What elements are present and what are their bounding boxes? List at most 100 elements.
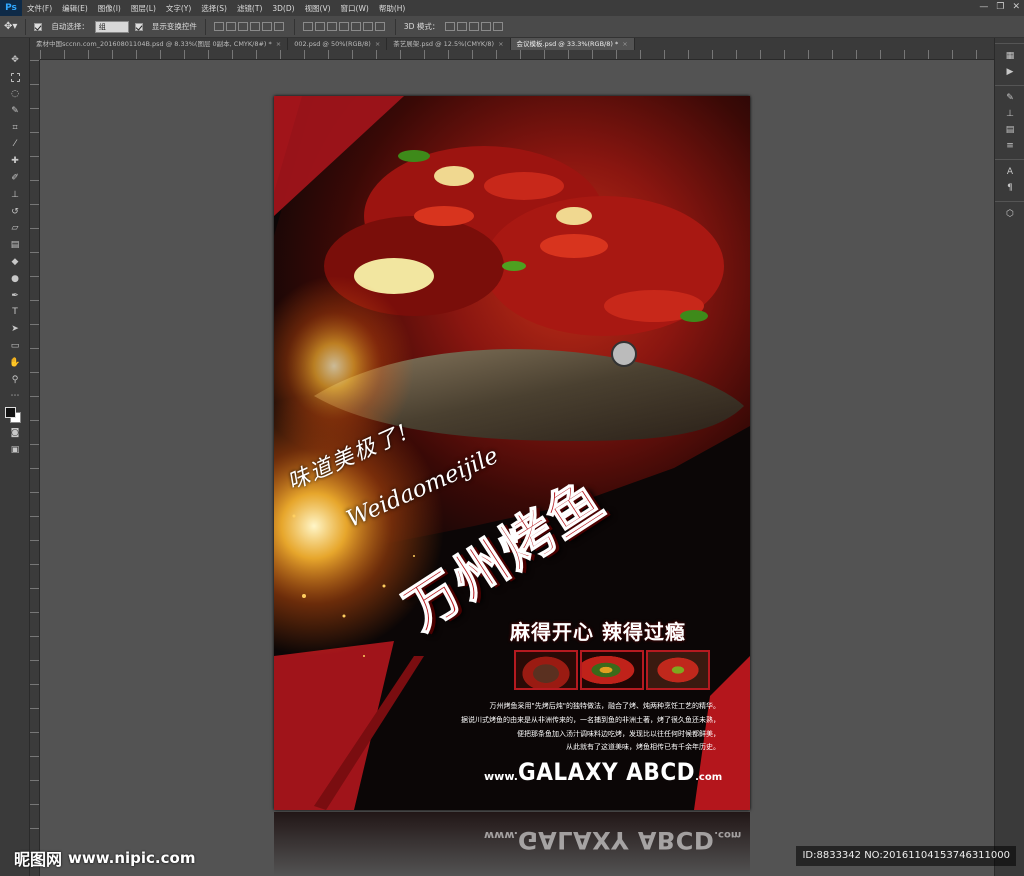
dish-thumbnail (580, 650, 644, 690)
auto-select-checkbox[interactable] (34, 22, 45, 31)
screen-mode-icon[interactable]: ▣ (0, 442, 30, 459)
shape-tool-icon[interactable]: ▭ (0, 338, 30, 355)
watermark-id: ID:8833342 NO:20161104153746311000 (796, 846, 1016, 866)
photoshop-window: Ps 文件(F) 编辑(E) 图像(I) 图层(L) 文字(Y) 选择(S) 滤… (0, 0, 1024, 876)
paragraph-panel-icon[interactable]: ¶ (995, 180, 1024, 196)
auto-align-icon[interactable] (374, 22, 385, 32)
move-tool-icon[interactable]: ✥ (0, 52, 30, 69)
panel-grip[interactable] (995, 196, 1024, 202)
foreground-color-swatch[interactable] (5, 406, 16, 418)
menu-view[interactable]: 视图(V) (300, 3, 336, 14)
align-left-icon[interactable] (249, 22, 260, 32)
brush-tool-icon[interactable]: ✐ (0, 170, 30, 187)
document-tab[interactable]: 素材中国sccnn.com_20160801104B.psd @ 8.33%(图… (30, 38, 289, 50)
poster-website: www. GALAXY ABCD .com (484, 758, 722, 786)
clone-stamp-tool-icon[interactable]: ⊥ (0, 186, 30, 203)
document-tab[interactable]: 002.psd @ 50%(RGB/8) × (288, 38, 388, 50)
brush-panel-icon[interactable]: ✎ (995, 90, 1024, 106)
reflected-website-suffix: .com (714, 829, 742, 840)
description-line: 据说川式烤鱼的由来是从非洲传来的，一名捕到鱼的非洲土著，烤了很久鱼还未熟， (461, 715, 720, 724)
vertical-ruler[interactable] (30, 60, 40, 876)
pen-tool-icon[interactable]: ✒ (0, 287, 30, 304)
brush-presets-panel-icon[interactable]: ▤ (995, 122, 1024, 138)
close-icon[interactable]: ✕ (1012, 2, 1020, 12)
lasso-tool-icon[interactable]: ◌ (0, 86, 30, 103)
align-hcenter-icon[interactable] (261, 22, 272, 32)
align-vcenter-icon[interactable] (225, 22, 236, 32)
menu-layer[interactable]: 图层(L) (126, 3, 161, 14)
auto-select-dropdown[interactable]: 组 (94, 20, 129, 33)
history-brush-tool-icon[interactable]: ↺ (0, 203, 30, 220)
color-swatches[interactable] (0, 405, 30, 425)
3d-mode-buttons (445, 22, 505, 32)
show-transform-checkbox[interactable] (134, 22, 146, 31)
document-tab-active[interactable]: 会议模板.psd @ 33.3%(RGB/8) * × (510, 38, 635, 50)
menu-image[interactable]: 图像(I) (93, 3, 126, 14)
document-tab[interactable]: 茶艺展架.psd @ 12.5%(CMYK/8) × (387, 38, 511, 50)
canvas-area[interactable]: 味道美极了! Weidaomeijile 万州烤鱼 麻得开心 辣得过瘾 万州烤鱼… (40, 60, 994, 876)
move-tool-icon[interactable]: ✥▾ (4, 21, 17, 32)
more-tools-icon[interactable]: ⋯ (0, 388, 30, 405)
history-panel-icon[interactable]: ▦ (995, 48, 1024, 64)
align-top-icon[interactable] (213, 22, 224, 32)
actions-panel-icon[interactable]: ▶ (995, 64, 1024, 80)
character-panel-icon[interactable]: A (995, 164, 1024, 180)
menu-filter[interactable]: 滤镜(T) (232, 3, 267, 14)
panel-grip[interactable] (995, 154, 1024, 160)
distribute-vcenter-icon[interactable] (314, 22, 325, 32)
3d-rotate-icon[interactable] (445, 22, 456, 32)
menu-3d[interactable]: 3D(D) (267, 4, 299, 13)
hand-tool-icon[interactable]: ✋ (0, 354, 30, 371)
3d-slide-icon[interactable] (481, 22, 492, 32)
distribute-right-icon[interactable] (362, 22, 373, 32)
dish-thumbnails (514, 650, 710, 690)
quick-select-tool-icon[interactable]: ✎ (0, 102, 30, 119)
website-name: GALAXY ABCD (517, 758, 696, 786)
menu-type[interactable]: 文字(Y) (161, 3, 196, 14)
distribute-top-icon[interactable] (302, 22, 313, 32)
3d-roll-icon[interactable] (457, 22, 468, 32)
distribute-bottom-icon[interactable] (326, 22, 337, 32)
menu-edit[interactable]: 编辑(E) (57, 3, 93, 14)
type-tool-icon[interactable]: T (0, 304, 30, 321)
distribute-hcenter-icon[interactable] (350, 22, 361, 32)
tab-label: 会议模板.psd @ 33.3%(RGB/8) * (516, 40, 619, 48)
horizontal-ruler[interactable] (40, 50, 994, 60)
poster-artwork[interactable]: 味道美极了! Weidaomeijile 万州烤鱼 麻得开心 辣得过瘾 万州烤鱼… (274, 96, 750, 810)
clone-source-panel-icon[interactable]: ⊥ (995, 106, 1024, 122)
panel-grip[interactable] (995, 80, 1024, 86)
menu-file[interactable]: 文件(F) (22, 3, 57, 14)
panel-grip[interactable] (995, 38, 1024, 44)
align-right-icon[interactable] (273, 22, 284, 32)
close-tab-icon[interactable]: × (622, 38, 627, 50)
healing-brush-tool-icon[interactable]: ✚ (0, 153, 30, 170)
close-tab-icon[interactable]: × (276, 38, 281, 50)
distribute-left-icon[interactable] (338, 22, 349, 32)
menu-select[interactable]: 选择(S) (196, 3, 232, 14)
eraser-tool-icon[interactable]: ▱ (0, 220, 30, 237)
menu-window[interactable]: 窗口(W) (336, 3, 374, 14)
eyedropper-tool-icon[interactable]: ⁄ (0, 136, 30, 153)
restore-icon[interactable]: ❐ (996, 2, 1004, 12)
menu-help[interactable]: 帮助(H) (374, 3, 411, 14)
blur-tool-icon[interactable]: ◆ (0, 254, 30, 271)
marquee-tool-icon[interactable] (0, 69, 30, 86)
align-bottom-icon[interactable] (237, 22, 248, 32)
adjustments-panel-icon[interactable]: ≡ (995, 138, 1024, 154)
auto-select-label: 自动选择： (51, 22, 89, 31)
ruler-corner[interactable] (30, 50, 40, 60)
dodge-tool-icon[interactable]: ● (0, 270, 30, 287)
path-select-tool-icon[interactable]: ➤ (0, 321, 30, 338)
gradient-tool-icon[interactable]: ▤ (0, 237, 30, 254)
minimize-icon[interactable]: — (979, 2, 988, 12)
quick-mask-icon[interactable]: ◙ (0, 425, 30, 442)
zoom-tool-icon[interactable]: ⚲ (0, 371, 30, 388)
divider (394, 18, 396, 35)
close-tab-icon[interactable]: × (375, 38, 380, 50)
crop-tool-icon[interactable]: ⌗ (0, 119, 30, 136)
3d-scale-icon[interactable] (493, 22, 504, 32)
3d-panel-icon[interactable]: ⬡ (995, 206, 1024, 222)
align-buttons (213, 22, 286, 32)
close-tab-icon[interactable]: × (498, 38, 503, 50)
3d-pan-icon[interactable] (469, 22, 480, 32)
